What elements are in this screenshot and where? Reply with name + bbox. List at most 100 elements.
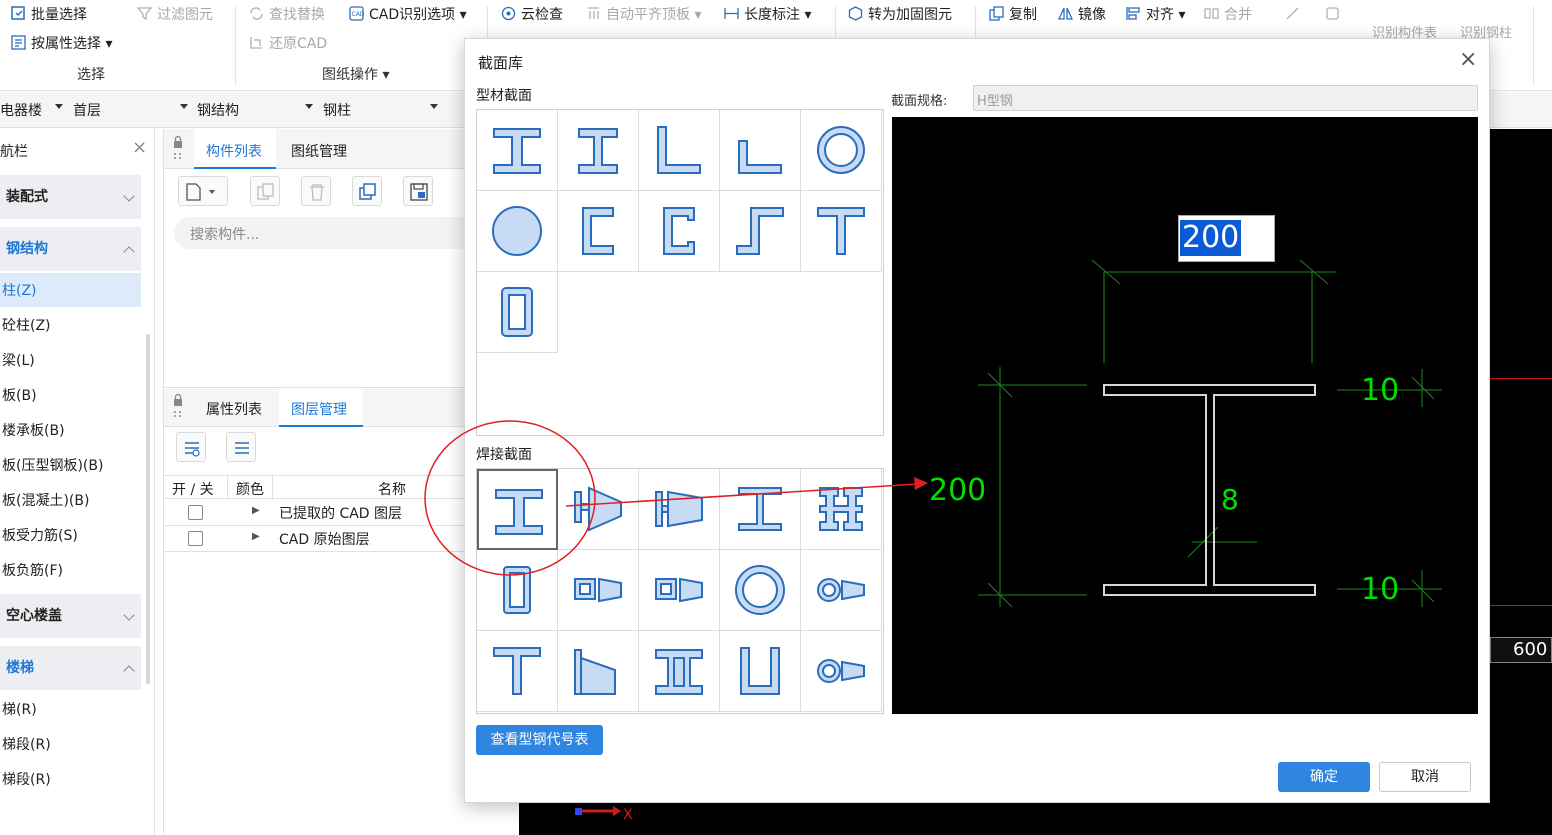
layer-visibility-checkbox[interactable] <box>188 505 203 520</box>
sidebar-item[interactable]: 柱(Z) <box>2 280 37 300</box>
section-shape-cross[interactable] <box>801 469 882 550</box>
sidebar-item[interactable]: 板(压型钢板)(B) <box>2 455 103 475</box>
mirror-button[interactable]: 镜像 <box>1057 3 1106 27</box>
box-thin-icon <box>503 566 531 614</box>
section-shape-u-shape[interactable] <box>720 631 801 712</box>
col-name: 名称 <box>378 482 406 498</box>
save-component-button[interactable] <box>403 176 433 206</box>
rect-tool-button[interactable] <box>1324 3 1345 27</box>
cloud-check-button[interactable]: 云检查 <box>500 3 563 27</box>
section-shape-z-shape[interactable] <box>720 191 801 272</box>
cancel-button[interactable]: 取消 <box>1379 762 1471 792</box>
section-shape-i-wide[interactable] <box>720 469 801 550</box>
section-shape-pipe[interactable] <box>801 110 882 191</box>
section-shape-tee[interactable] <box>801 191 882 272</box>
lock-icon[interactable] <box>172 135 184 163</box>
layer-visibility-checkbox[interactable] <box>188 531 203 546</box>
expand-arrow-icon[interactable]: ▶ <box>252 531 260 542</box>
sidebar-item[interactable]: 板负筋(F) <box>2 560 63 580</box>
layer-copy-button[interactable] <box>352 176 382 206</box>
section-shape-i-tapered[interactable] <box>558 469 639 550</box>
copy-button[interactable]: 复制 <box>988 3 1037 27</box>
scrollbar[interactable] <box>146 334 150 684</box>
section-preview: 200 200 10 10 8 <box>892 117 1478 714</box>
section-shape-i-beam[interactable] <box>477 469 558 550</box>
layer-button-1[interactable] <box>176 432 206 462</box>
width-input[interactable]: 200 <box>1178 215 1275 262</box>
code-table-button[interactable]: 查看型钢代号表 <box>476 725 603 755</box>
nav-group-label: 装配式 <box>6 189 48 205</box>
section-shape-box-taper2[interactable] <box>639 550 720 631</box>
section-shape-i-narrow[interactable] <box>558 110 639 191</box>
section-shape-box-taper[interactable] <box>558 550 639 631</box>
sidebar-item[interactable]: 梁(L) <box>2 350 35 370</box>
merge-button[interactable]: 合并 <box>1203 3 1252 27</box>
batch-select-icon <box>11 6 25 20</box>
layer-button-2[interactable] <box>226 432 256 462</box>
section-shape-tee-taper[interactable] <box>558 631 639 712</box>
section-shape-i-taper-both[interactable] <box>639 469 720 550</box>
sidebar-item[interactable]: 楼承板(B) <box>2 420 65 440</box>
expand-arrow-icon[interactable]: ▶ <box>252 505 260 516</box>
search-placeholder: 搜索构件... <box>190 227 260 243</box>
section-shape-angle-unequal[interactable] <box>720 110 801 191</box>
type-select[interactable]: 钢柱 <box>323 100 351 120</box>
section-shape-box[interactable] <box>477 272 558 353</box>
auto-align-button[interactable]: 自动平齐顶板 ▾ <box>585 3 701 27</box>
lock-icon[interactable] <box>172 393 184 421</box>
channel-icon <box>582 207 614 255</box>
spec-input[interactable]: H型钢 <box>973 85 1478 111</box>
section-shape-round[interactable] <box>477 191 558 272</box>
nav-group-header[interactable]: 装配式 <box>0 175 141 219</box>
section-shape-angle[interactable] <box>639 110 720 191</box>
nav-group-header[interactable]: 楼梯 <box>0 646 141 690</box>
section-shape-channel[interactable] <box>558 191 639 272</box>
section-shape-box-thin[interactable] <box>477 550 558 631</box>
category-select[interactable]: 钢结构 <box>197 100 239 120</box>
sidebar-item[interactable]: 梯段(R) <box>2 734 51 754</box>
section-shape-tee-wide[interactable] <box>477 631 558 712</box>
copy-component-button[interactable] <box>250 176 280 206</box>
nav-group-label: 空心楼盖 <box>6 608 62 624</box>
batch-select-button[interactable]: 批量选择 <box>10 3 87 27</box>
tab-drawing-manage[interactable]: 图纸管理 <box>291 141 347 161</box>
new-component-button[interactable] <box>178 176 228 206</box>
restore-cad-button[interactable]: 还原CAD <box>248 32 327 56</box>
u-shape-icon <box>740 647 780 695</box>
length-mark-button[interactable]: 长度标注 ▾ <box>723 3 811 27</box>
i-beam-icon <box>493 128 541 174</box>
sidebar-item[interactable]: 梯段(R) <box>2 769 51 789</box>
filter-elements-button[interactable]: 过滤图元 <box>136 3 213 27</box>
tab-attribute-list[interactable]: 属性列表 <box>206 399 262 419</box>
section-shape-channel-lip[interactable] <box>639 191 720 272</box>
floor-select[interactable]: 首层 <box>73 100 101 120</box>
sidebar-item[interactable]: 砼柱(Z) <box>2 315 51 335</box>
sidebar-item[interactable]: 板(B) <box>2 385 37 405</box>
nav-group-header[interactable]: 空心楼盖 <box>0 594 141 638</box>
table-row[interactable]: ▶ 已提取的 CAD 图层 <box>164 500 464 526</box>
ok-button[interactable]: 确定 <box>1278 762 1370 792</box>
search-input[interactable]: 搜索构件... <box>174 217 474 249</box>
align-button[interactable]: 对齐 ▾ <box>1125 3 1185 27</box>
section-shape-circ-taper[interactable] <box>801 550 882 631</box>
building-select[interactable]: 电器楼 <box>0 100 42 120</box>
section-shape-double-web[interactable] <box>639 631 720 712</box>
section-shape-circ-taper2[interactable] <box>801 631 882 712</box>
attr-select-button[interactable]: 按属性选择 ▾ <box>10 32 112 56</box>
find-replace-button[interactable]: 查找替换 <box>248 3 325 27</box>
cad-options-button[interactable]: CAD CAD识别选项 ▾ <box>348 3 467 27</box>
sidebar-item[interactable]: 板受力筋(S) <box>2 525 78 545</box>
line-tool-button[interactable] <box>1284 3 1305 27</box>
convert-button[interactable]: 转为加固图元 <box>847 3 952 27</box>
nav-group-header[interactable]: 钢结构 <box>0 227 141 271</box>
web-value: 8 <box>1221 483 1239 516</box>
section-shape-ring[interactable] <box>720 550 801 631</box>
delete-component-button[interactable] <box>301 176 331 206</box>
cube-icon <box>848 6 863 21</box>
section-shape-i-beam[interactable] <box>477 110 558 191</box>
sidebar-item[interactable]: 梯(R) <box>2 699 37 719</box>
close-icon[interactable]: × <box>132 137 147 158</box>
table-row[interactable]: ▶ CAD 原始图层 <box>164 526 464 552</box>
sidebar-item[interactable]: 板(混凝土)(B) <box>2 490 89 510</box>
close-icon[interactable]: × <box>1459 47 1477 72</box>
